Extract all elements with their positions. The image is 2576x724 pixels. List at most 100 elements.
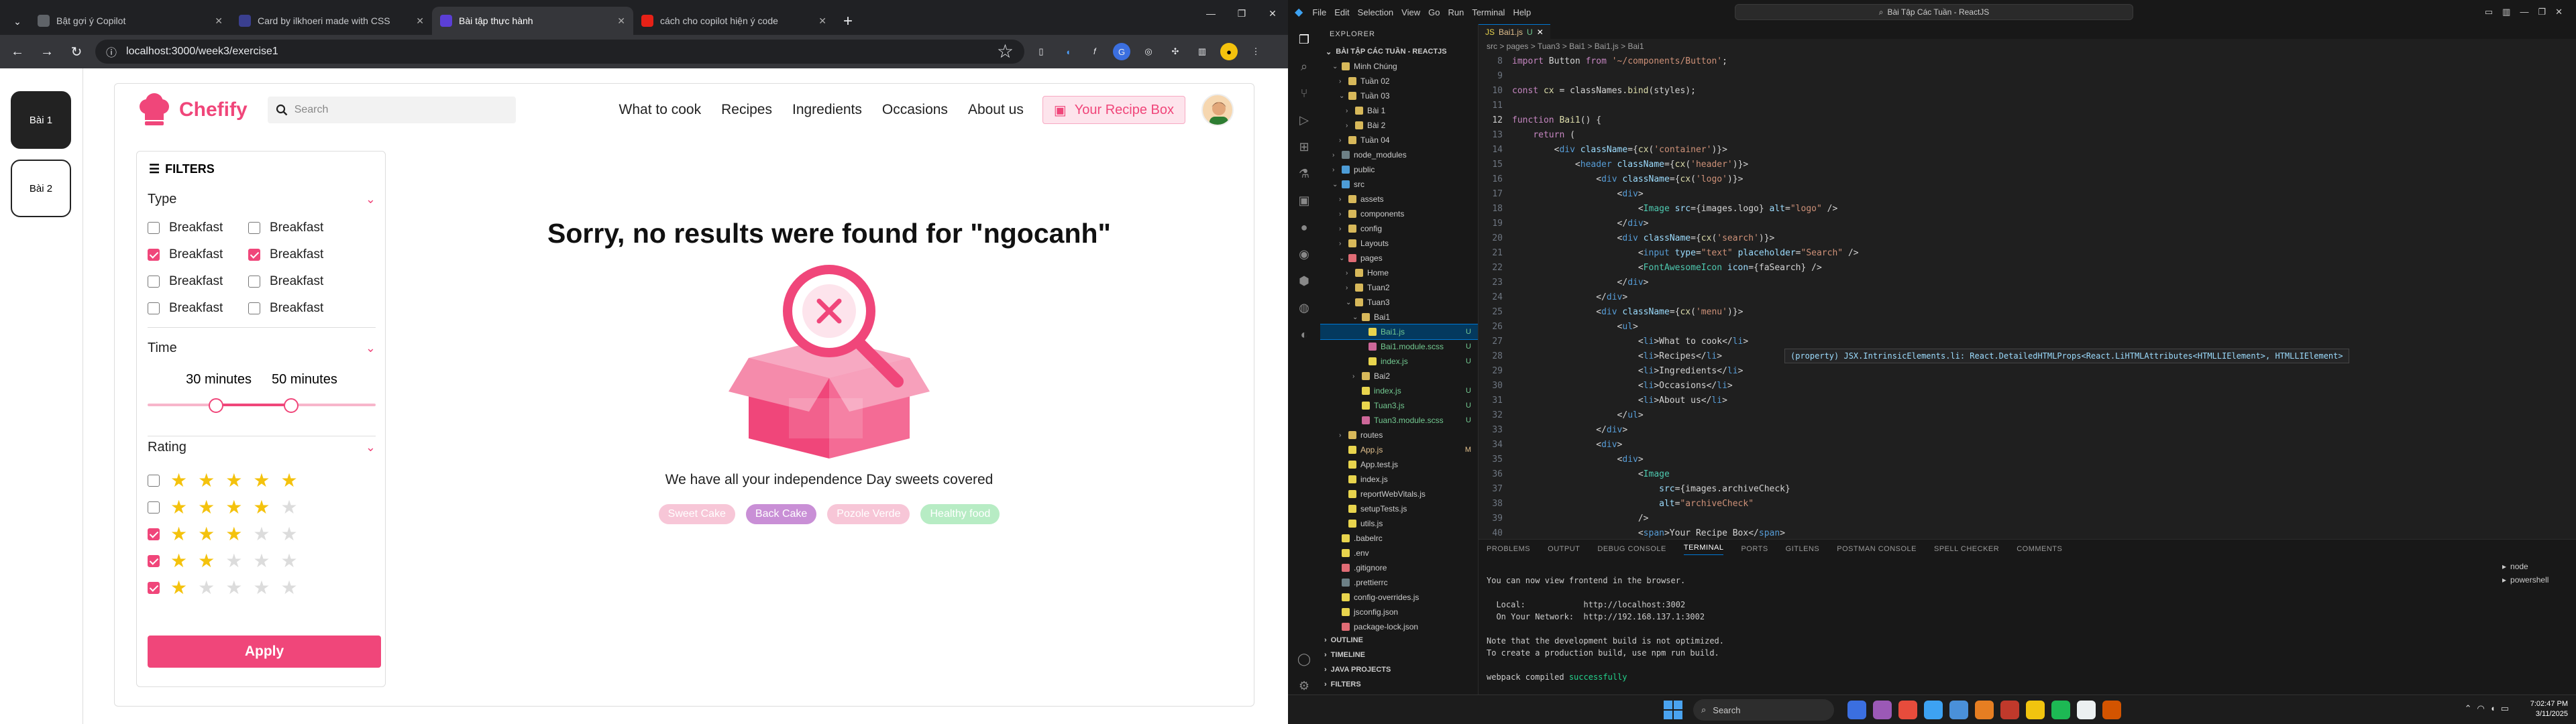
tag-chip[interactable]: Healthy food xyxy=(920,504,1000,524)
slider-min-handle[interactable] xyxy=(209,398,223,413)
app-icon[interactable] xyxy=(2077,701,2096,719)
checkbox[interactable] xyxy=(148,528,160,540)
tree-folder[interactable]: › Tuan2 xyxy=(1320,280,1478,295)
app-icon[interactable] xyxy=(1975,701,1994,719)
wifi-icon[interactable]: ◠ xyxy=(2477,703,2485,714)
profile-avatar[interactable]: ● xyxy=(1220,43,1238,60)
clock[interactable]: 7:02:47 PM 3/11/2025 xyxy=(2530,699,2568,719)
site-info-icon[interactable]: ⓘ xyxy=(106,44,117,60)
volume-icon[interactable]: ◖ xyxy=(2490,703,2496,714)
tree-folder[interactable]: › Home xyxy=(1320,265,1478,280)
checkbox[interactable] xyxy=(148,276,160,288)
type-checkbox[interactable]: Breakfast xyxy=(248,301,349,316)
database-icon[interactable]: ⬢ xyxy=(1295,272,1313,290)
tree-file[interactable]: setupTests.js xyxy=(1320,501,1478,516)
browser-tab[interactable]: Bật gợi ý Copilot ✕ xyxy=(30,7,231,35)
new-tab-button[interactable]: + xyxy=(835,8,861,35)
checkbox[interactable] xyxy=(248,222,260,234)
tree-file[interactable]: Bai1.module.scss U xyxy=(1320,339,1478,354)
remote-icon[interactable]: ▣ xyxy=(1295,192,1313,209)
account-icon[interactable]: ◯ xyxy=(1295,650,1313,668)
checkbox[interactable] xyxy=(148,475,160,487)
time-range-slider[interactable] xyxy=(148,398,376,413)
terminal-instance[interactable]: ▸ node xyxy=(2496,560,2576,573)
command-center[interactable]: ⌕ Bài Tập Các Tuần - ReactJS xyxy=(1735,4,2133,20)
font-icon[interactable]: 𝑓 xyxy=(1086,43,1104,60)
tree-folder[interactable]: › public xyxy=(1320,162,1478,177)
tree-folder[interactable]: › node_modules xyxy=(1320,147,1478,162)
tree-folder[interactable]: › components xyxy=(1320,206,1478,221)
checkbox[interactable] xyxy=(148,555,160,567)
tree-file[interactable]: Tuan3.module.scss U xyxy=(1320,413,1478,428)
app-icon[interactable] xyxy=(1949,701,1968,719)
minimize-icon[interactable]: — xyxy=(1195,0,1226,27)
browser-tab[interactable]: Bài tập thực hành ✕ xyxy=(432,7,633,35)
avatar[interactable] xyxy=(1201,94,1234,126)
rating-option[interactable]: ★ ★ ★ ★ ★ xyxy=(148,467,376,494)
checkbox[interactable] xyxy=(148,501,160,514)
tag-chip[interactable]: Pozole Verde xyxy=(827,504,910,524)
tree-folder[interactable]: › Layouts xyxy=(1320,236,1478,251)
tree-file[interactable]: reportWebVitals.js xyxy=(1320,487,1478,501)
code-lines[interactable]: 8 import Button from '~/components/Button… xyxy=(1479,54,2576,540)
tree-folder[interactable]: › routes xyxy=(1320,428,1478,442)
menu-what-to-cook[interactable]: What to cook xyxy=(619,102,702,118)
forward-icon[interactable]: → xyxy=(36,44,58,60)
maximize-icon[interactable]: ❐ xyxy=(2538,7,2546,17)
type-checkbox[interactable]: Breakfast xyxy=(148,247,248,262)
rating-option[interactable]: ★ ★ ★ ★ ★ xyxy=(148,521,376,548)
search-icon[interactable]: ⌕ xyxy=(1295,58,1313,75)
chevron-down-icon[interactable]: ⌄ xyxy=(366,341,376,355)
tree-file[interactable]: config-overrides.js xyxy=(1320,590,1478,605)
tree-folder[interactable]: › Tuần 02 xyxy=(1320,74,1478,88)
layout-icon[interactable]: ▭ xyxy=(2485,7,2493,17)
tree-file[interactable]: jsconfig.json xyxy=(1320,605,1478,619)
tree-file[interactable]: .prettierrc xyxy=(1320,575,1478,590)
docker-icon[interactable]: ◐ xyxy=(1295,326,1313,343)
app-icon[interactable] xyxy=(2000,701,2019,719)
settings-gear-icon[interactable]: ⚙ xyxy=(1295,677,1313,695)
back-icon[interactable]: ← xyxy=(7,44,28,60)
tree-file[interactable]: index.js xyxy=(1320,472,1478,487)
app-icon[interactable] xyxy=(2102,701,2121,719)
app-icon[interactable] xyxy=(1847,701,1866,719)
close-icon[interactable]: ✕ xyxy=(617,15,625,27)
menu-item[interactable]: View xyxy=(1401,7,1420,17)
device-icon[interactable]: ▯ xyxy=(1032,43,1050,60)
chevron-down-icon[interactable]: ⌄ xyxy=(366,440,376,455)
menu-dots-icon[interactable]: ⋮ xyxy=(1247,43,1265,60)
close-icon[interactable]: ✕ xyxy=(1257,0,1288,27)
tree-folder[interactable]: › Bài 1 xyxy=(1320,103,1478,118)
source-control-icon[interactable]: ⑂ xyxy=(1295,84,1313,102)
puzzle-icon[interactable]: ✣ xyxy=(1167,43,1184,60)
close-icon[interactable]: ✕ xyxy=(215,15,223,27)
checkbox[interactable] xyxy=(248,249,260,261)
sidebar-toggle-icon[interactable]: ▥ xyxy=(2502,7,2510,17)
menu-item[interactable]: File xyxy=(1312,7,1326,17)
tree-folder[interactable]: › assets xyxy=(1320,192,1478,206)
tree-file[interactable]: index.js U xyxy=(1320,383,1478,398)
menu-item[interactable]: Help xyxy=(1513,7,1531,17)
explorer-section[interactable]: › OUTLINE xyxy=(1320,633,1478,648)
menu-ingredients[interactable]: Ingredients xyxy=(792,102,862,118)
lesson-button-2[interactable]: Bài 2 xyxy=(11,160,71,217)
checkbox[interactable] xyxy=(248,302,260,314)
type-checkbox[interactable]: Breakfast xyxy=(248,247,349,262)
extensions-icon[interactable]: ⊞ xyxy=(1295,138,1313,156)
panel-tab[interactable]: GITLENS xyxy=(1786,545,1820,553)
tree-file[interactable]: .gitignore xyxy=(1320,560,1478,575)
panel-tab[interactable]: DEBUG CONSOLE xyxy=(1597,545,1666,553)
media-icon[interactable]: ◎ xyxy=(1140,43,1157,60)
close-icon[interactable]: ✕ xyxy=(1537,27,1544,37)
type-checkbox[interactable]: Breakfast xyxy=(248,221,349,235)
rating-option[interactable]: ★ ★ ★ ★ ★ xyxy=(148,494,376,521)
tag-chip[interactable]: Sweet Cake xyxy=(658,504,735,524)
type-checkbox[interactable]: Breakfast xyxy=(148,301,248,316)
breadcrumb[interactable]: src > pages > Tuan3 > Bai1 > Bai1.js > B… xyxy=(1479,39,2576,54)
rating-option[interactable]: ★ ★ ★ ★ ★ xyxy=(148,548,376,575)
terminal-output[interactable]: You can now view frontend in the browser… xyxy=(1487,575,1724,683)
tab-search-icon[interactable]: ⌄ xyxy=(5,8,30,35)
windows-start-icon[interactable] xyxy=(1664,701,1682,719)
menu-item[interactable]: Go xyxy=(1428,7,1440,17)
menu-item[interactable]: Selection xyxy=(1358,7,1393,17)
